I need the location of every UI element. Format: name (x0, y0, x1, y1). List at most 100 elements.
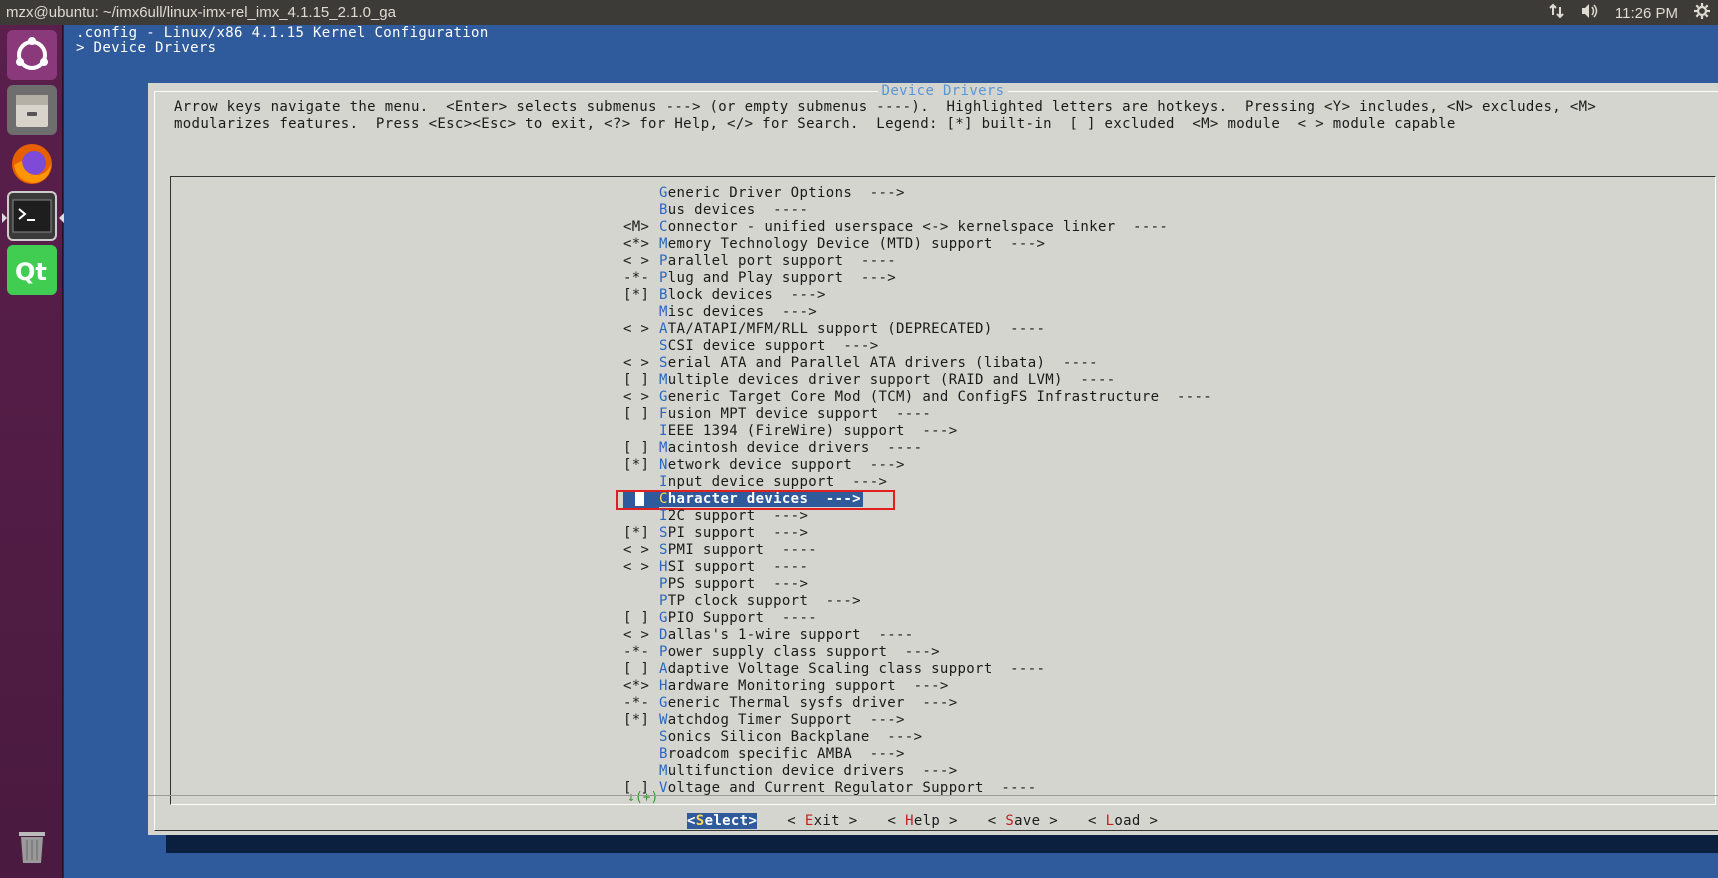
volume-icon[interactable] (1581, 3, 1599, 23)
menu-item-state (623, 729, 659, 746)
menu-item[interactable]: <M> Connector - unified userspace <-> ker… (623, 219, 1212, 236)
menu-item-label: Dallas's 1-wire support ---- (659, 627, 914, 643)
menu-item-text: ower supply class support ---> (667, 644, 940, 660)
menu-item-text: eneric Driver Options ---> (667, 185, 905, 201)
terminal-icon[interactable] (2, 191, 64, 241)
hotkey-letter: N (659, 457, 668, 473)
menu-item-label: Generic Driver Options ---> (659, 185, 905, 201)
menu-item-state (623, 423, 659, 440)
menu-item[interactable]: -*- Plug and Play support ---> (623, 270, 1212, 287)
menu-item[interactable]: [*] Watchdog Timer Support ---> (623, 712, 1212, 729)
menu-item-label: Network device support ---> (659, 457, 905, 473)
menu-item[interactable]: Bus devices ---- (623, 202, 1212, 219)
menu-item[interactable]: Multifunction device drivers ---> (623, 763, 1212, 780)
menu-item[interactable]: IEEE 1394 (FireWire) support ---> (623, 423, 1212, 440)
hotkey-letter: P (659, 576, 668, 592)
menu-item-label: HSI support ---- (659, 559, 808, 575)
menu-item-label: ATA/ATAPI/MFM/RLL support (DEPRECATED) -… (659, 321, 1045, 337)
dialog-shadow-bottom (166, 835, 1718, 853)
menu-item-label: Generic Target Core Mod (TCM) and Config… (659, 389, 1212, 405)
hotkey-letter: S (659, 525, 668, 541)
menu-item[interactable]: [*] Network device support ---> (623, 457, 1212, 474)
hotkey-letter: S (1005, 813, 1015, 829)
select-button[interactable]: <Select> (687, 813, 758, 829)
network-icon[interactable] (1549, 3, 1565, 23)
files-icon[interactable] (7, 85, 57, 135)
menu-item[interactable]: < > Generic Target Core Mod (TCM) and Con… (623, 389, 1212, 406)
clock[interactable]: 11:26 PM (1615, 5, 1678, 22)
menu-item-state (623, 202, 659, 219)
menu-item[interactable]: Generic Driver Options ---> (623, 185, 1212, 202)
menu-item[interactable]: [ ] Macintosh device drivers ---- (623, 440, 1212, 457)
menu-item-label: SPMI support ---- (659, 542, 817, 558)
menu-item-label: SCSI device support ---> (659, 338, 878, 354)
firefox-icon[interactable] (7, 139, 57, 189)
menu-item-label: Memory Technology Device (MTD) support -… (659, 236, 1045, 252)
menu-item[interactable]: Character devices ---> (616, 490, 1212, 510)
hotkey-letter: S (695, 813, 705, 829)
menu-item[interactable]: Broadcom specific AMBA ---> (623, 746, 1212, 763)
menu-item-label: Watchdog Timer Support ---> (659, 712, 905, 728)
menu-item-state: -*- (623, 644, 650, 660)
top-panel: mzx@ubuntu: ~/imx6ull/linux-imx-rel_imx_… (0, 0, 1718, 25)
menu-item-text: nput device support ---> (667, 474, 888, 490)
menu-item-state (623, 491, 659, 508)
save-button[interactable]: < Save > (988, 813, 1058, 829)
menu-item-text: us devices ---- (667, 202, 809, 218)
breadcrumb: > Device Drivers (76, 40, 217, 56)
hotkey-letter: H (905, 813, 914, 829)
menu-item[interactable]: [ ] Multiple devices driver support (RAID… (623, 372, 1212, 389)
load-button[interactable]: < Load > (1088, 813, 1158, 829)
menu-item[interactable]: < > HSI support ---- (623, 559, 1212, 576)
hotkey-letter: B (659, 287, 668, 303)
hotkey-letter: I (659, 474, 668, 490)
menu-item-label: Voltage and Current Regulator Support --… (659, 780, 1037, 796)
qt-creator-icon[interactable]: Qt (7, 245, 57, 295)
menu-item[interactable]: <*> Hardware Monitoring support ---> (623, 678, 1212, 695)
menu-item[interactable]: [*] SPI support ---> (623, 525, 1212, 542)
menu-item[interactable]: SCSI device support ---> (623, 338, 1212, 355)
menu-item-state: [ ] (623, 610, 650, 626)
hotkey-letter: M (659, 304, 668, 320)
menu-item-label: Fusion MPT device support ---- (659, 406, 931, 422)
menu-item[interactable]: < > ATA/ATAPI/MFM/RLL support (DEPRECATED… (623, 321, 1212, 338)
menu-item-label: Input device support ---> (659, 474, 887, 490)
terminal-window[interactable]: .config - Linux/x86 4.1.15 Kernel Config… (64, 25, 1718, 878)
menu-item[interactable]: -*- Generic Thermal sysfs driver ---> (623, 695, 1212, 712)
hotkey-letter: B (659, 746, 668, 762)
menu-item[interactable]: Misc devices ---> (623, 304, 1212, 321)
trash-icon[interactable] (7, 820, 57, 870)
menu-item-label: Multiple devices driver support (RAID an… (659, 372, 1116, 388)
menu-item[interactable]: PPS support ---> (623, 576, 1212, 593)
gear-icon[interactable] (1694, 3, 1710, 23)
menu-item-state (623, 304, 659, 321)
exit-button[interactable]: < Exit > (787, 813, 857, 829)
hotkey-letter: G (659, 610, 668, 626)
menu-item[interactable]: [ ] Fusion MPT device support ---- (623, 406, 1212, 423)
menu-item[interactable]: [ ] Adaptive Voltage Scaling class suppor… (623, 661, 1212, 678)
ubuntu-dash-icon[interactable] (7, 30, 57, 80)
menu-item[interactable]: Sonics Silicon Backplane ---> (623, 729, 1212, 746)
menu-item-text: arallel port support ---- (667, 253, 897, 269)
menu-item-label: Power supply class support ---> (659, 644, 940, 660)
menu-item[interactable]: -*- Power supply class support ---> (623, 644, 1212, 661)
hotkey-letter: F (659, 406, 668, 422)
menu-item-label: Misc devices ---> (659, 304, 817, 320)
help-button[interactable]: < Help > (888, 813, 958, 829)
menu-item[interactable]: <*> Memory Technology Device (MTD) suppor… (623, 236, 1212, 253)
menu-item[interactable]: < > Serial ATA and Parallel ATA drivers (… (623, 355, 1212, 372)
menu-item[interactable]: I2C support ---> (623, 508, 1212, 525)
menu-item-text: emory Technology Device (MTD) support --… (667, 236, 1046, 252)
menu-item[interactable]: [*] Block devices ---> (623, 287, 1212, 304)
menu-item[interactable]: < > SPMI support ---- (623, 542, 1212, 559)
menu-item-label: IEEE 1394 (FireWire) support ---> (659, 423, 957, 439)
menu-item-state: < > (623, 321, 650, 337)
menu-item[interactable]: < > Dallas's 1-wire support ---- (623, 627, 1212, 644)
menu-item-text: acintosh device drivers ---- (667, 440, 923, 456)
menu-item[interactable]: [ ] GPIO Support ---- (623, 610, 1212, 627)
menu-item-label: Plug and Play support ---> (659, 270, 896, 286)
menu-item[interactable]: < > Parallel port support ---- (623, 253, 1212, 270)
menu-item[interactable]: Input device support ---> (623, 474, 1212, 491)
menu-item[interactable]: PTP clock support ---> (623, 593, 1212, 610)
menu-item-text: daptive Voltage Scaling class support --… (667, 661, 1046, 677)
